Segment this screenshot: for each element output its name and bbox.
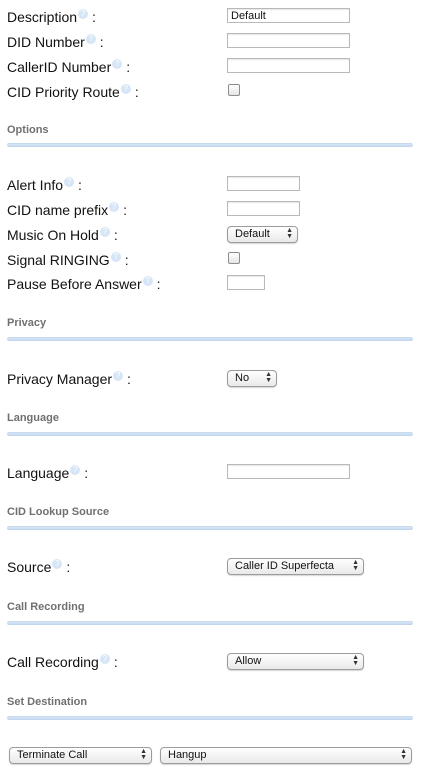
select-arrows-icon: ▲ ▼ (352, 559, 359, 572)
alert-info-input[interactable] (227, 176, 300, 191)
options-section-divider (7, 143, 413, 147)
destination-target-select[interactable]: Hangup ▲ ▼ (160, 747, 412, 764)
call-recording-section-title: Call Recording (7, 601, 85, 613)
select-arrows-icon: ▲ ▼ (265, 371, 272, 384)
destination-section-title: Set Destination (7, 696, 88, 708)
music-on-hold-row: Music On Hold?: Default ▲ ▼ (0, 226, 435, 248)
description-label: Description?: (7, 9, 96, 25)
cid-name-prefix-input[interactable] (227, 201, 300, 216)
select-arrows-icon: ▲ ▼ (140, 748, 147, 761)
help-icon[interactable]: ? (113, 371, 124, 381)
description-row: Description?: (0, 8, 435, 30)
select-arrows-icon: ▲ ▼ (352, 654, 359, 667)
source-select[interactable]: Caller ID Superfecta ▲ ▼ (227, 558, 364, 575)
privacy-section-title: Privacy (7, 317, 47, 329)
help-icon[interactable]: ? (109, 202, 120, 212)
callerid-number-input[interactable] (227, 58, 350, 73)
alert-info-label: Alert Info?: (7, 177, 82, 193)
callerid-number-label: CallerID Number?: (7, 59, 131, 75)
cid-name-prefix-label: CID name prefix?: (7, 202, 128, 218)
alert-info-row: Alert Info?: (0, 176, 435, 198)
cid-lookup-section-title: CID Lookup Source (7, 506, 110, 518)
help-icon[interactable]: ? (99, 654, 110, 664)
privacy-manager-label: Privacy Manager?: (7, 371, 131, 387)
signal-ringing-checkbox[interactable] (228, 252, 240, 264)
privacy-manager-row: Privacy Manager?: No ▲ ▼ (0, 370, 435, 392)
pause-before-answer-row: Pause Before Answer?: (0, 275, 435, 297)
pause-before-answer-input[interactable] (227, 275, 265, 290)
select-arrows-icon: ▲ ▼ (400, 748, 407, 761)
cid-lookup-section-divider (7, 526, 413, 530)
language-row: Language?: (0, 464, 435, 486)
privacy-manager-select[interactable]: No ▲ ▼ (227, 370, 277, 387)
destination-section-divider (7, 716, 413, 720)
help-icon[interactable]: ? (70, 465, 81, 475)
did-number-label: DID Number?: (7, 34, 104, 50)
help-icon[interactable]: ? (99, 227, 110, 237)
call-recording-row: Call Recording?: Allow ▲ ▼ (0, 653, 435, 675)
source-label: Source?: (7, 559, 71, 575)
call-recording-section-divider (7, 621, 413, 625)
cid-name-prefix-row: CID name prefix?: (0, 201, 435, 223)
destination-type-select[interactable]: Terminate Call ▲ ▼ (9, 747, 152, 764)
select-arrows-icon: ▲ ▼ (286, 227, 293, 240)
cid-priority-route-row: CID Priority Route?: (0, 83, 435, 105)
callerid-number-row: CallerID Number?: (0, 58, 435, 80)
did-number-row: DID Number?: (0, 33, 435, 55)
signal-ringing-label: Signal RINGING?: (7, 252, 129, 268)
music-on-hold-label: Music On Hold?: (7, 227, 118, 243)
call-recording-select[interactable]: Allow ▲ ▼ (227, 653, 364, 670)
source-row: Source?: Caller ID Superfecta ▲ ▼ (0, 558, 435, 580)
music-on-hold-select[interactable]: Default ▲ ▼ (227, 226, 298, 243)
help-icon[interactable]: ? (52, 559, 63, 569)
help-icon[interactable]: ? (110, 252, 121, 262)
help-icon[interactable]: ? (120, 84, 131, 94)
help-icon[interactable]: ? (112, 59, 123, 69)
options-section-title: Options (7, 124, 49, 136)
did-number-input[interactable] (227, 33, 350, 48)
language-input[interactable] (227, 464, 350, 479)
language-label: Language?: (7, 465, 89, 481)
cid-priority-route-checkbox[interactable] (228, 84, 240, 96)
language-section-title: Language (7, 412, 59, 424)
help-icon[interactable]: ? (78, 9, 89, 19)
description-input[interactable] (227, 8, 350, 23)
help-icon[interactable]: ? (64, 177, 75, 187)
call-recording-label: Call Recording?: (7, 654, 118, 670)
cid-priority-route-label: CID Priority Route?: (7, 84, 139, 100)
privacy-section-divider (7, 337, 413, 341)
language-section-divider (7, 432, 413, 436)
help-icon[interactable]: ? (85, 34, 96, 44)
pause-before-answer-label: Pause Before Answer?: (7, 276, 161, 292)
help-icon[interactable]: ? (142, 276, 153, 286)
signal-ringing-row: Signal RINGING?: (0, 251, 435, 273)
